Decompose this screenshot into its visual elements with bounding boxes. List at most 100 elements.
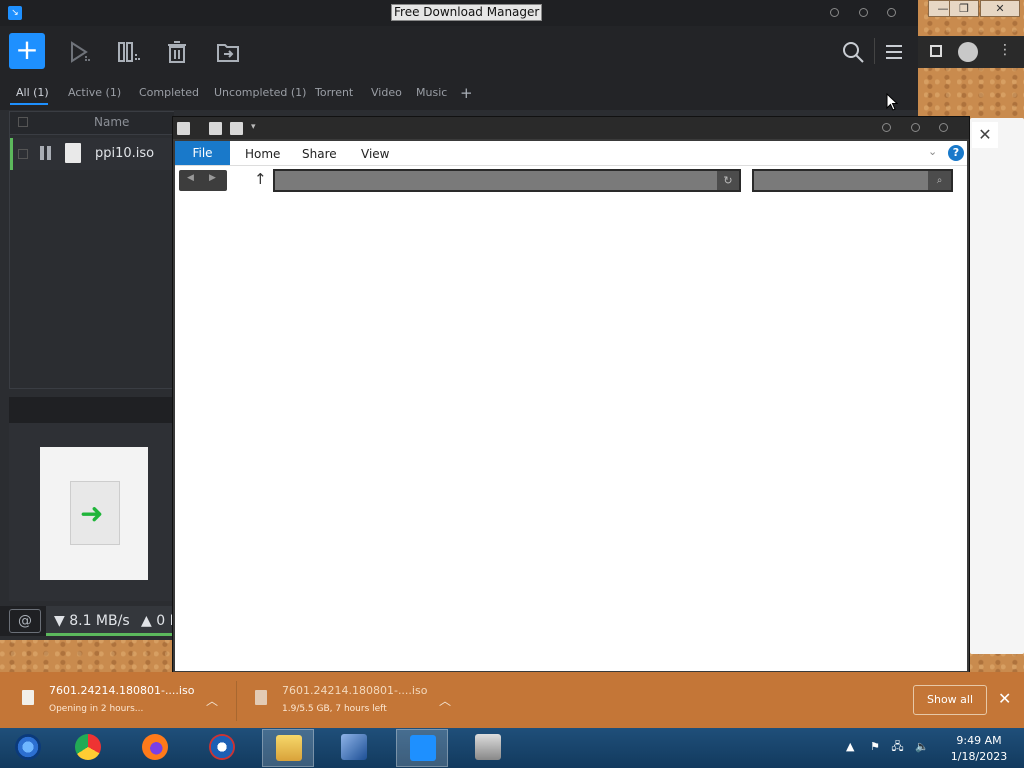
tab-file[interactable]: File [175,141,230,165]
menu-icon[interactable] [882,40,906,64]
file-icon [22,690,34,705]
chevron-up-icon[interactable]: ︿ [439,692,451,709]
chevron-down-icon[interactable]: ⌄ [928,145,937,158]
explorer-content-area[interactable] [175,196,967,671]
chrome-icon [75,734,101,760]
window-title: Free Download Manager [391,4,543,21]
play-icon[interactable] [68,40,92,64]
quick-access-dropdown-icon[interactable]: ▾ [251,122,256,132]
tab-share[interactable]: Share [302,147,337,161]
download-status: 1.9/5.5 GB, 7 hours left [282,704,387,714]
volume-icon[interactable]: 🔈 [915,740,929,753]
search-icon[interactable]: ⌕ [928,171,951,190]
close-icon[interactable]: ✕ [998,689,1011,708]
download-item[interactable]: 7601.24214.180801-....iso Opening in 2 h… [10,672,235,728]
clock-time[interactable]: 9:49 AM [944,734,1014,747]
ribbon [175,141,967,166]
tab-uncompleted[interactable]: Uncompleted (1) [214,86,306,99]
minimize-dot[interactable] [830,8,839,17]
explorer-titlebar [173,117,969,139]
app-icon: ↘ [8,6,22,20]
minimize-dot[interactable] [882,123,891,132]
row-progress-indicator [10,138,13,170]
pause-all-icon[interactable] [117,40,141,64]
back-icon[interactable]: ◀ [187,173,194,183]
explorer-taskbar-button[interactable] [262,729,314,767]
help-icon[interactable]: ? [948,145,964,161]
tab-active[interactable]: Active (1) [68,86,121,99]
download-status: Opening in 2 hours... [49,704,144,714]
pause-icon[interactable] [40,146,52,160]
add-download-button[interactable]: + [9,33,45,69]
list-header [10,112,174,135]
tab-music[interactable]: Music [416,86,447,99]
network-icon[interactable]: 🖧 [891,740,903,753]
tab-home[interactable]: Home [245,147,280,161]
add-icon: + [15,33,39,66]
firefox-taskbar-button[interactable] [129,729,181,767]
search-input[interactable] [752,169,953,192]
new-folder-icon[interactable] [230,122,243,135]
arrow-right-icon: ➜ [80,497,104,530]
tab-video[interactable]: Video [371,86,402,99]
file-icon [255,690,267,705]
show-hidden-icons-icon[interactable]: ▲ [846,740,854,753]
download-title: 7601.24214.180801-....iso [282,684,428,697]
folder-icon [276,735,302,761]
clock-date[interactable]: 1/18/2023 [944,750,1014,763]
virtualbox-taskbar-button[interactable] [328,729,380,767]
select-all-checkbox[interactable] [18,117,28,127]
app-icon [209,734,235,760]
tab-torrent[interactable]: Torrent [315,86,353,99]
maximize-dot[interactable] [859,8,868,17]
app-taskbar-button[interactable] [196,729,248,767]
firefox-icon [142,734,168,760]
address-bar[interactable] [273,169,741,192]
browser-page-area [970,118,1024,654]
move-icon[interactable] [216,40,240,64]
close-icon[interactable]: ✕ [972,122,998,148]
close-dot[interactable] [887,8,896,17]
tab-completed[interactable]: Completed [139,86,199,99]
forward-icon[interactable]: ▶ [209,173,216,183]
sidebar-icon[interactable] [930,45,942,57]
flag-icon[interactable]: ⚑ [870,740,880,753]
app-taskbar-button[interactable] [462,729,514,767]
fdm-icon [410,735,436,761]
chrome-taskbar-button[interactable] [62,729,114,767]
up-arrow-icon[interactable]: ↑ [254,170,267,188]
delete-icon[interactable] [165,40,189,64]
fdm-taskbar-button[interactable] [396,729,448,767]
download-filename: ppi10.iso [95,146,155,161]
filter-tabs [0,78,918,110]
tab-all[interactable]: All (1) [16,86,49,99]
close-dot[interactable] [939,123,948,132]
download-item[interactable]: 7601.24214.180801-....iso 1.9/5.5 GB, 7 … [245,672,470,728]
column-header-name[interactable]: Name [94,115,129,129]
active-tab-indicator [10,103,48,105]
system-tray: ▲ ⚑ 🖧 🔈 [846,738,929,757]
download-title: 7601.24214.180801-....iso [49,684,195,697]
maximize-dot[interactable] [911,123,920,132]
start-button[interactable] [2,729,54,767]
close-button[interactable]: ✕ [980,0,1020,17]
properties-icon[interactable] [209,122,222,135]
maximize-button[interactable]: ❐ [949,0,979,17]
add-tab-icon[interactable]: + [460,84,473,102]
toolbar-divider [874,38,875,64]
file-icon [65,143,81,163]
snail-icon[interactable]: @ [9,609,41,633]
mouse-cursor-icon [886,93,898,111]
search-icon[interactable] [841,40,865,64]
chevron-up-icon[interactable]: ︿ [206,692,218,709]
show-all-button[interactable]: Show all [913,685,987,715]
details-header [9,397,174,423]
refresh-icon[interactable]: ↻ [717,171,739,190]
divider [236,681,237,721]
drive-icon [475,734,501,760]
tab-view[interactable]: View [361,147,389,161]
browser-toolbar: ⋮ [918,36,1024,68]
kebab-menu-icon[interactable]: ⋮ [998,42,1012,58]
profile-avatar-icon[interactable] [958,42,978,62]
row-checkbox[interactable] [18,149,28,159]
